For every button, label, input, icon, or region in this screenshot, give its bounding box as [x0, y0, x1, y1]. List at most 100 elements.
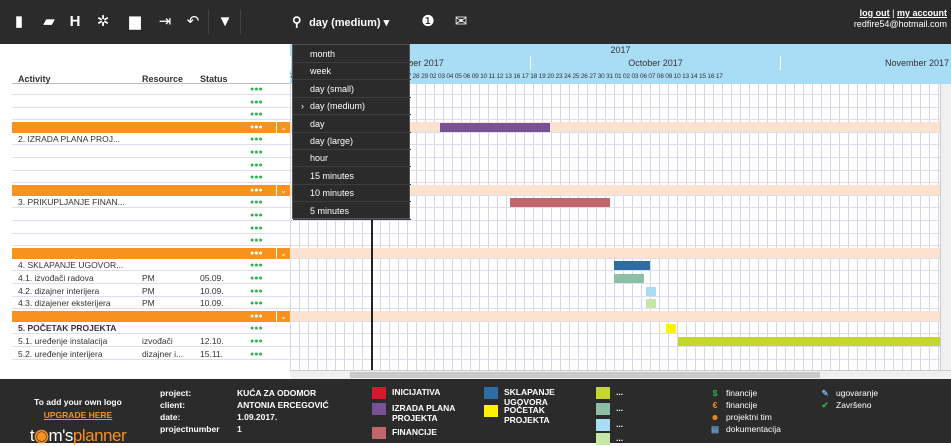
zoom-option[interactable]: 5 minutes — [293, 202, 411, 220]
column-activity[interactable]: Activity — [18, 74, 51, 84]
activity-row[interactable]: ●●● ⌄ — [12, 247, 290, 259]
status-dots-icon[interactable]: ●●● — [250, 298, 263, 309]
status-dots-icon[interactable]: ●●● — [250, 210, 263, 221]
zoom-option[interactable]: month — [293, 45, 411, 63]
date-value: 1.09.2017. — [237, 412, 278, 422]
status-dots-icon[interactable]: ●●● — [250, 349, 263, 360]
status-dots-icon[interactable]: ●●● — [250, 260, 263, 271]
legend-label: FINANCIJE — [392, 427, 437, 437]
open-icon[interactable]: ▰ — [38, 12, 60, 32]
activity-row[interactable]: ●●● ⌄ — [12, 184, 290, 196]
status-dots-icon[interactable]: ●●● — [250, 286, 263, 297]
activity-row[interactable]: 2. IZRADA PLANA PROJ... ●●● — [12, 134, 290, 146]
task-bar[interactable] — [678, 337, 940, 346]
status-dots-icon[interactable]: ●●● — [250, 147, 263, 158]
activity-resource: dizajner i... — [142, 348, 184, 359]
status-dots-icon[interactable]: ●●● — [250, 248, 263, 259]
activity-row[interactable]: 4.1. izvođači radova PM 05.09. ●●● — [12, 273, 290, 284]
undo-icon[interactable]: ↶ — [182, 12, 204, 32]
toolbar: ▮ ▰ H ✲ ▆ ⇥ ↶ ▼ ⚲ day (medium) ▾ ❶ ✉ log… — [0, 0, 951, 44]
task-bar[interactable] — [646, 286, 656, 296]
task-bar[interactable] — [614, 261, 650, 271]
task-bar[interactable] — [666, 324, 676, 334]
task-bar[interactable] — [614, 274, 644, 283]
mail-icon[interactable]: ✉ — [450, 12, 472, 32]
activity-row[interactable]: ●●● — [12, 160, 290, 171]
user-email: redfire54@hotmail.com — [853, 19, 947, 29]
legend-swatch — [596, 403, 610, 415]
zoom-option[interactable]: day (medium) — [293, 97, 411, 116]
activity-name: 2. IZRADA PLANA PROJ... — [18, 134, 121, 145]
activity-row[interactable]: 5.2. uređenje interijera dizajner i... 15.… — [12, 349, 290, 360]
status-dots-icon[interactable]: ●●● — [250, 134, 263, 145]
column-status[interactable]: Status — [200, 74, 228, 84]
activity-row[interactable]: ●●● ⌄ — [12, 121, 290, 133]
activity-row[interactable]: ●●● — [12, 147, 290, 158]
chevron-down-icon[interactable]: ⌄ — [276, 121, 290, 133]
zoom-option[interactable]: hour — [293, 149, 411, 168]
activity-row[interactable]: 4. SKLAPANJE UGOVOR... ●●● — [12, 260, 290, 272]
gantt-row — [290, 298, 951, 310]
activity-row[interactable]: 3. PRIKUPLJANJE FINAN... ●●● — [12, 197, 290, 209]
my-account-link[interactable]: my account — [897, 8, 947, 18]
status-dots-icon[interactable]: ●●● — [250, 223, 263, 234]
activity-row[interactable]: ●●● — [12, 235, 290, 247]
activity-row[interactable]: ●●● — [12, 210, 290, 221]
activity-row[interactable]: ●●● — [12, 172, 290, 184]
activity-status: 10.09. — [200, 285, 224, 296]
scrollbar-thumb[interactable] — [350, 372, 820, 378]
chevron-down-icon[interactable]: ⌄ — [276, 247, 290, 259]
zoom-option[interactable]: 10 minutes — [293, 184, 411, 203]
status-dots-icon[interactable]: ●●● — [250, 97, 263, 108]
horizontal-scrollbar[interactable] — [290, 370, 951, 379]
chevron-down-icon[interactable]: ⌄ — [276, 184, 290, 196]
vertical-scrollbar[interactable] — [940, 84, 951, 370]
status-dots-icon[interactable]: ●●● — [250, 311, 263, 322]
legend-icon: € — [712, 400, 718, 410]
upgrade-link[interactable]: UPGRADE HERE — [18, 410, 138, 420]
status-dots-icon[interactable]: ●●● — [250, 185, 263, 196]
status-dots-icon[interactable]: ●●● — [250, 172, 263, 183]
status-dots-icon[interactable]: ●●● — [250, 323, 263, 334]
save-icon[interactable]: H — [64, 12, 86, 32]
logout-link[interactable]: log out — [860, 8, 890, 18]
task-bar[interactable] — [510, 198, 610, 208]
zoom-option[interactable]: week — [293, 62, 411, 81]
status-dots-icon[interactable]: ●●● — [250, 122, 263, 133]
filter-icon[interactable]: ▼ — [214, 12, 236, 32]
activity-resource: PM — [142, 273, 155, 283]
zoom-option[interactable]: day (large) — [293, 132, 411, 150]
task-bar[interactable] — [440, 122, 550, 132]
activity-row[interactable]: 4.3. dizajener eksterijera PM 10.09. ●●● — [12, 298, 290, 310]
activity-row[interactable]: ●●● — [12, 84, 290, 95]
status-dots-icon[interactable]: ●●● — [250, 84, 263, 95]
activity-row[interactable]: 5. POČETAK PROJEKTA ●●● — [12, 323, 290, 335]
info-icon[interactable]: ❶ — [417, 12, 439, 32]
zoom-option[interactable]: 15 minutes — [293, 167, 411, 185]
print-icon[interactable]: ▆ — [124, 12, 146, 32]
activity-row[interactable]: ●●● — [12, 223, 290, 234]
status-dots-icon[interactable]: ●●● — [250, 336, 263, 347]
export-icon[interactable]: ⇥ — [154, 12, 176, 32]
status-dots-icon[interactable]: ●●● — [250, 197, 263, 208]
activity-row[interactable]: 4.2. dizajner interijera PM 10.09. ●●● — [12, 286, 290, 297]
zoom-option[interactable]: day — [293, 115, 411, 133]
zoom-option[interactable]: day (small) — [293, 80, 411, 98]
new-icon[interactable]: ▮ — [8, 12, 30, 32]
activity-row[interactable]: 5.1. uređenje instalacija izvođači 12.10. ●… — [12, 336, 290, 347]
activity-row[interactable]: ●●● — [12, 109, 290, 121]
status-dots-icon[interactable]: ●●● — [250, 235, 263, 246]
legend-swatch — [596, 419, 610, 431]
settings-icon[interactable]: ✲ — [92, 12, 114, 32]
legend-icon: ✔ — [821, 400, 829, 410]
activity-row[interactable]: ●●● — [12, 97, 290, 108]
zoom-dropdown-button[interactable]: ⚲ day (medium) ▾ — [292, 12, 410, 32]
task-bar[interactable] — [646, 299, 656, 309]
project-value: KUĆA ZA ODOMOR — [237, 388, 317, 398]
activity-row[interactable]: ●●● ⌄ — [12, 310, 290, 322]
status-dots-icon[interactable]: ●●● — [250, 160, 263, 171]
column-resource[interactable]: Resource — [142, 74, 183, 84]
chevron-down-icon[interactable]: ⌄ — [276, 310, 290, 322]
status-dots-icon[interactable]: ●●● — [250, 109, 263, 120]
status-dots-icon[interactable]: ●●● — [250, 273, 263, 284]
